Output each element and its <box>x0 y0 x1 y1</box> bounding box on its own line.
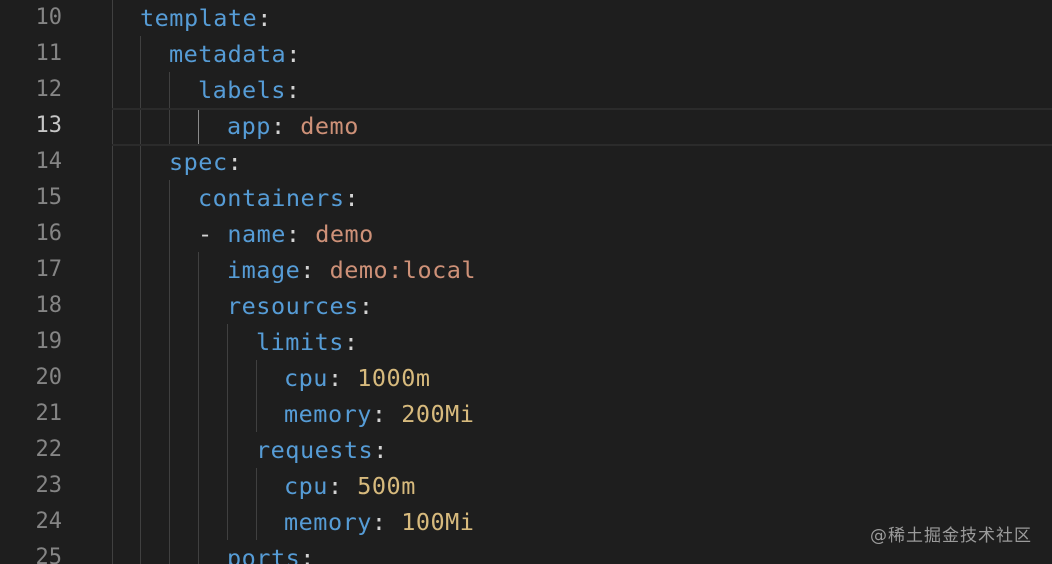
yaml-key: ports <box>227 544 301 564</box>
yaml-colon: : <box>300 256 315 284</box>
yaml-colon: : <box>327 364 343 392</box>
yaml-colon: : <box>257 4 272 32</box>
line-content: memory: 200Mi <box>284 396 474 432</box>
line-content: memory: 100Mi <box>284 504 474 540</box>
line-content: metadata: <box>169 36 301 72</box>
line-number: 14 <box>35 149 63 174</box>
yaml-key: limits <box>256 328 344 356</box>
yaml-key: resources <box>227 292 359 320</box>
yaml-list-dash: - <box>198 220 213 248</box>
yaml-value: 100Mi <box>401 508 475 536</box>
code-line[interactable]: 10 template: <box>0 0 1052 36</box>
line-number: 15 <box>35 185 63 210</box>
line-content: cpu: 1000m <box>284 360 431 396</box>
yaml-colon: : <box>285 76 301 104</box>
code-line[interactable]: 23 cpu: 500m <box>0 468 1052 504</box>
watermark: @稀土掘金技术社区 <box>870 526 1032 546</box>
yaml-colon: : <box>285 220 301 248</box>
yaml-colon: : <box>344 184 360 212</box>
line-content: cpu: 500m <box>284 468 416 504</box>
yaml-key: memory <box>284 508 372 536</box>
code-line-current[interactable]: 13 app: demo <box>0 108 1052 146</box>
code-line[interactable]: 20 cpu: 1000m <box>0 360 1052 396</box>
line-number: 21 <box>35 401 63 426</box>
yaml-key: image <box>227 256 301 284</box>
line-content: image: demo:local <box>227 252 476 288</box>
yaml-key: labels <box>198 76 286 104</box>
yaml-value: demo <box>300 112 359 140</box>
line-content: ports: <box>227 540 315 564</box>
line-content: containers: <box>198 180 359 216</box>
yaml-colon: : <box>227 148 243 176</box>
yaml-colon: : <box>327 472 343 500</box>
code-line[interactable]: 15 containers: <box>0 180 1052 216</box>
yaml-value: 500m <box>357 472 416 500</box>
line-number: 25 <box>35 545 63 564</box>
yaml-key: memory <box>284 400 372 428</box>
line-number: 10 <box>35 5 63 30</box>
yaml-colon: : <box>371 508 387 536</box>
yaml-key: requests <box>256 436 374 464</box>
code-line[interactable]: 22 requests: <box>0 432 1052 468</box>
code-line[interactable]: 16 - name: demo <box>0 216 1052 252</box>
yaml-key: containers <box>198 184 345 212</box>
yaml-key: name <box>227 220 286 248</box>
code-line[interactable]: 21 memory: 200Mi <box>0 396 1052 432</box>
line-content: labels: <box>198 72 301 108</box>
line-number: 22 <box>35 437 63 462</box>
code-line[interactable]: 14 spec: <box>0 144 1052 180</box>
yaml-key: cpu <box>284 364 328 392</box>
line-content: resources: <box>227 288 374 324</box>
yaml-key: spec <box>169 148 228 176</box>
yaml-key: template <box>140 4 258 32</box>
yaml-value: 200Mi <box>401 400 475 428</box>
yaml-colon: : <box>270 112 286 140</box>
line-number: 20 <box>35 365 63 390</box>
yaml-colon: : <box>371 400 387 428</box>
yaml-key: app <box>227 112 271 140</box>
line-number: 18 <box>35 293 63 318</box>
line-content: requests: <box>256 432 388 468</box>
code-line[interactable]: 17 image: demo:local <box>0 252 1052 288</box>
yaml-colon: : <box>358 292 374 320</box>
line-content: - name: demo <box>198 216 374 252</box>
line-number: 17 <box>35 257 63 282</box>
line-number: 13 <box>35 113 63 138</box>
code-line[interactable]: 18 resources: <box>0 288 1052 324</box>
yaml-value: 1000m <box>357 364 431 392</box>
code-line[interactable]: 19 limits: <box>0 324 1052 360</box>
yaml-colon: : <box>343 328 359 356</box>
code-line[interactable]: 12 labels: <box>0 72 1052 108</box>
code-line[interactable]: 11 metadata: <box>0 36 1052 72</box>
line-content: spec: <box>169 144 242 180</box>
line-number: 16 <box>35 221 63 246</box>
yaml-value: demo <box>315 220 374 248</box>
line-number: 19 <box>35 329 63 354</box>
yaml-key: cpu <box>284 472 328 500</box>
yaml-colon: : <box>300 544 315 564</box>
line-content: app: demo <box>227 108 359 144</box>
line-number: 11 <box>35 41 63 66</box>
line-content: template: <box>140 0 272 36</box>
line-number: 12 <box>35 77 63 102</box>
line-content: limits: <box>256 324 359 360</box>
line-number: 23 <box>35 473 63 498</box>
yaml-colon: : <box>373 436 388 464</box>
yaml-value: demo:local <box>329 256 477 284</box>
yaml-colon: : <box>286 40 301 68</box>
code-editor[interactable]: 10 template: 11 metadata: 12 labels: 13 … <box>0 0 1052 564</box>
line-number: 24 <box>35 509 63 534</box>
yaml-key: metadata <box>169 40 287 68</box>
